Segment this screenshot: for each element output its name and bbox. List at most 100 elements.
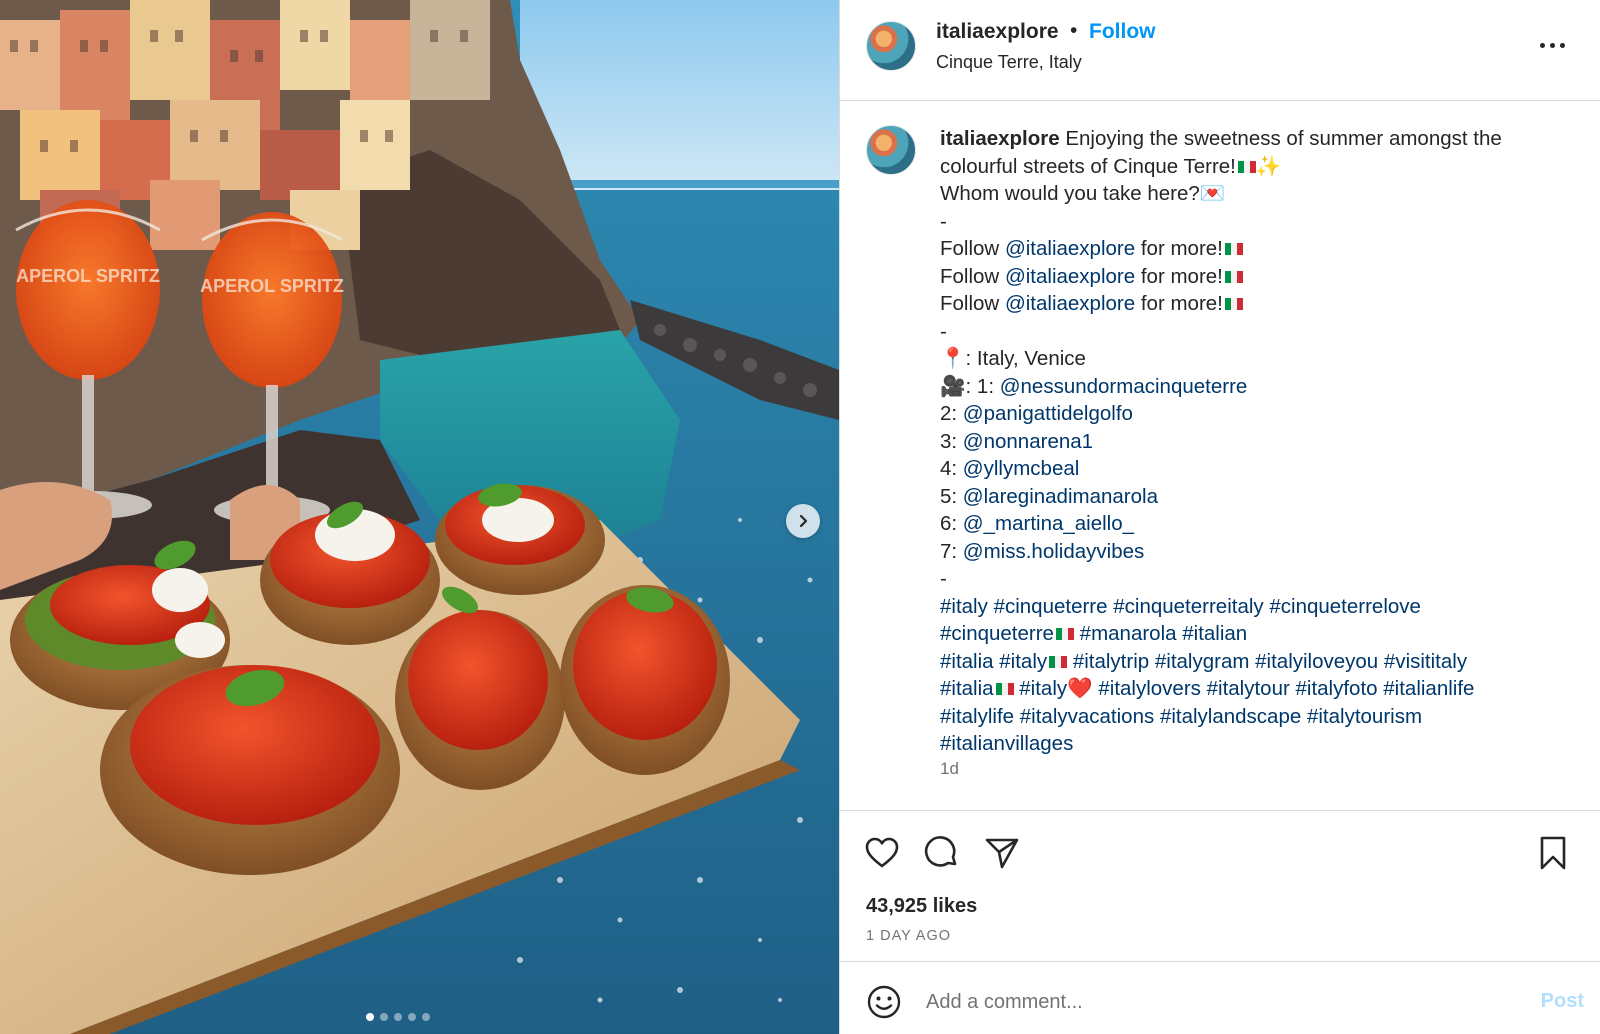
- hashtag-link[interactable]: #italytrip: [1073, 650, 1149, 673]
- mention-link[interactable]: @italiaexplore: [1005, 292, 1135, 315]
- caption-line: -: [940, 319, 947, 343]
- italy-flag-icon: [1224, 270, 1243, 283]
- mention-link[interactable]: @nessundormacinqueterre: [1000, 375, 1248, 398]
- hashtag-link[interactable]: #italytourism: [1307, 705, 1422, 728]
- caption-text: Follow: [940, 264, 1005, 288]
- hashtag-line: #italia #italy #italytrip #italygram #it…: [940, 648, 1570, 676]
- caption-text: colourful streets of Cinque Terre!: [940, 154, 1236, 178]
- hashtag-link[interactable]: #italylovers: [1098, 677, 1201, 700]
- aperol-glass-text-1: APEROL SPRITZ: [16, 266, 160, 286]
- caption-text: Follow: [940, 292, 1005, 315]
- more-icon: [1540, 42, 1545, 48]
- hashtag-link[interactable]: #italy: [1019, 677, 1067, 700]
- hashtag-link[interactable]: #italianvillages: [940, 732, 1073, 755]
- caption-line: -: [940, 209, 947, 233]
- post-comment-button[interactable]: Post: [1541, 990, 1584, 1013]
- mention-link[interactable]: @yllymcbeal: [963, 457, 1080, 480]
- italy-flag-icon: [1224, 243, 1243, 255]
- italy-flag-icon: [995, 683, 1014, 695]
- bookmark-icon[interactable]: [1535, 835, 1571, 871]
- hashtag-link[interactable]: #visititaly: [1384, 650, 1467, 673]
- hashtag-link[interactable]: #italyvacations: [1020, 705, 1154, 728]
- caption-text: 6:: [940, 512, 963, 535]
- hashtag-link[interactable]: #manarola: [1080, 622, 1177, 645]
- hashtag-link[interactable]: #italylife: [940, 705, 1014, 728]
- share-icon[interactable]: [984, 835, 1020, 871]
- mention-link[interactable]: @italiaexplore: [1005, 265, 1135, 288]
- mention-link[interactable]: @lareginadimanarola: [963, 485, 1158, 508]
- hashtag-link[interactable]: #italianlife: [1383, 677, 1474, 700]
- carousel-dot: [422, 1013, 430, 1021]
- follow-button[interactable]: Follow: [1089, 20, 1156, 44]
- caption-line: 🎥: 1: @nessundormacinqueterre: [940, 373, 1570, 401]
- caption-username[interactable]: italiaexplore: [940, 127, 1060, 150]
- hashtag-link[interactable]: #italylandscape: [1160, 705, 1301, 728]
- caption: italiaexplore Enjoying the sweetness of …: [940, 125, 1570, 758]
- hashtag-link[interactable]: #italia: [940, 677, 994, 700]
- post-actions: 43,925 likes 1 DAY AGO: [840, 811, 1600, 962]
- carousel-next-button[interactable]: [786, 504, 820, 538]
- caption-line: 3: @nonnarena1: [940, 428, 1570, 456]
- caption-line: 7: @miss.holidayvibes: [940, 538, 1570, 566]
- post-details-panel: italiaexplore • Follow Cinque Terre, Ita…: [839, 0, 1600, 1034]
- caption-text: 3:: [940, 429, 963, 453]
- italy-flag-icon: [1224, 298, 1243, 310]
- avatar[interactable]: [866, 21, 916, 71]
- post-media[interactable]: APEROL SPRITZ APEROL SPRITZ: [0, 0, 839, 1034]
- hashtag-link[interactable]: #italygram: [1155, 650, 1250, 673]
- likes-count[interactable]: 43,925 likes: [866, 895, 977, 918]
- caption-line: 6: @_martina_aiello_: [940, 510, 1570, 538]
- pin-icon: 📍: [940, 347, 966, 370]
- carousel-dot: [408, 1013, 416, 1021]
- hashtag-line: #italianvillages: [940, 730, 1570, 758]
- camera-icon: 🎥: [940, 374, 966, 398]
- aperol-glass-text-2: APEROL SPRITZ: [200, 276, 344, 296]
- caption-text: Whom would you take here?: [940, 182, 1200, 205]
- carousel-dot: [366, 1013, 374, 1021]
- hashtag-link[interactable]: #cinqueterre: [994, 595, 1108, 618]
- caption-time[interactable]: 1d: [940, 759, 959, 779]
- carousel-indicators: [366, 1013, 430, 1021]
- heart-icon[interactable]: [864, 835, 900, 871]
- more-icon-dot: [1550, 42, 1555, 48]
- hashtag-link[interactable]: #italy: [999, 650, 1047, 673]
- mention-link[interactable]: @miss.holidayvibes: [963, 540, 1144, 563]
- mention-link[interactable]: @nonnarena1: [963, 430, 1093, 453]
- emoji-icon[interactable]: [866, 984, 902, 1020]
- hashtag-link[interactable]: #cinqueterre: [940, 622, 1054, 645]
- post-date[interactable]: 1 DAY AGO: [866, 928, 951, 944]
- location-link[interactable]: Cinque Terre, Italy: [936, 52, 1082, 73]
- post-image: APEROL SPRITZ APEROL SPRITZ: [0, 0, 839, 1034]
- caption-text: Follow: [940, 237, 1005, 260]
- caption-text: 2:: [940, 402, 963, 425]
- comment-icon[interactable]: [924, 835, 960, 871]
- caption-area: italiaexplore Enjoying the sweetness of …: [840, 101, 1600, 811]
- caption-line: Follow @italiaexplore for more!: [940, 263, 1570, 291]
- red-heart-icon: ❤️: [1067, 677, 1093, 700]
- hashtag-link[interactable]: #italian: [1182, 622, 1247, 645]
- hashtag-link[interactable]: #cinqueterreitaly: [1113, 595, 1263, 618]
- mention-link[interactable]: @panigattidelgolfo: [963, 402, 1133, 425]
- comment-input[interactable]: [926, 984, 1506, 1020]
- hashtag-line: #italy #cinqueterre #cinqueterreitaly #c…: [940, 593, 1570, 621]
- header-username[interactable]: italiaexplore: [936, 20, 1059, 44]
- hashtag-link[interactable]: #italy: [940, 595, 988, 618]
- carousel-dot: [380, 1013, 388, 1021]
- hashtag-link[interactable]: #italia: [940, 650, 994, 673]
- caption-avatar[interactable]: [866, 125, 916, 175]
- more-options-button[interactable]: [1540, 38, 1570, 52]
- caption-text: 7:: [940, 539, 963, 563]
- carousel-dot: [394, 1013, 402, 1021]
- post-header: italiaexplore • Follow Cinque Terre, Ita…: [840, 0, 1600, 101]
- hashtag-link[interactable]: #italytour: [1207, 677, 1290, 700]
- caption-line: 4: @yllymcbeal: [940, 455, 1570, 483]
- mention-link[interactable]: @italiaexplore: [1005, 237, 1135, 260]
- mention-link[interactable]: @_martina_aiello_: [963, 512, 1134, 535]
- caption-text: for more!: [1135, 237, 1223, 260]
- caption-line: Follow @italiaexplore for more!: [940, 235, 1570, 263]
- hashtag-link[interactable]: #italyiloveyou: [1255, 650, 1378, 673]
- love-letter-icon: 💌: [1199, 182, 1226, 205]
- post: APEROL SPRITZ APEROL SPRITZ italiaexplor…: [0, 0, 1600, 1034]
- hashtag-link[interactable]: #italyfoto: [1296, 677, 1378, 700]
- hashtag-link[interactable]: #cinqueterrelove: [1269, 595, 1421, 618]
